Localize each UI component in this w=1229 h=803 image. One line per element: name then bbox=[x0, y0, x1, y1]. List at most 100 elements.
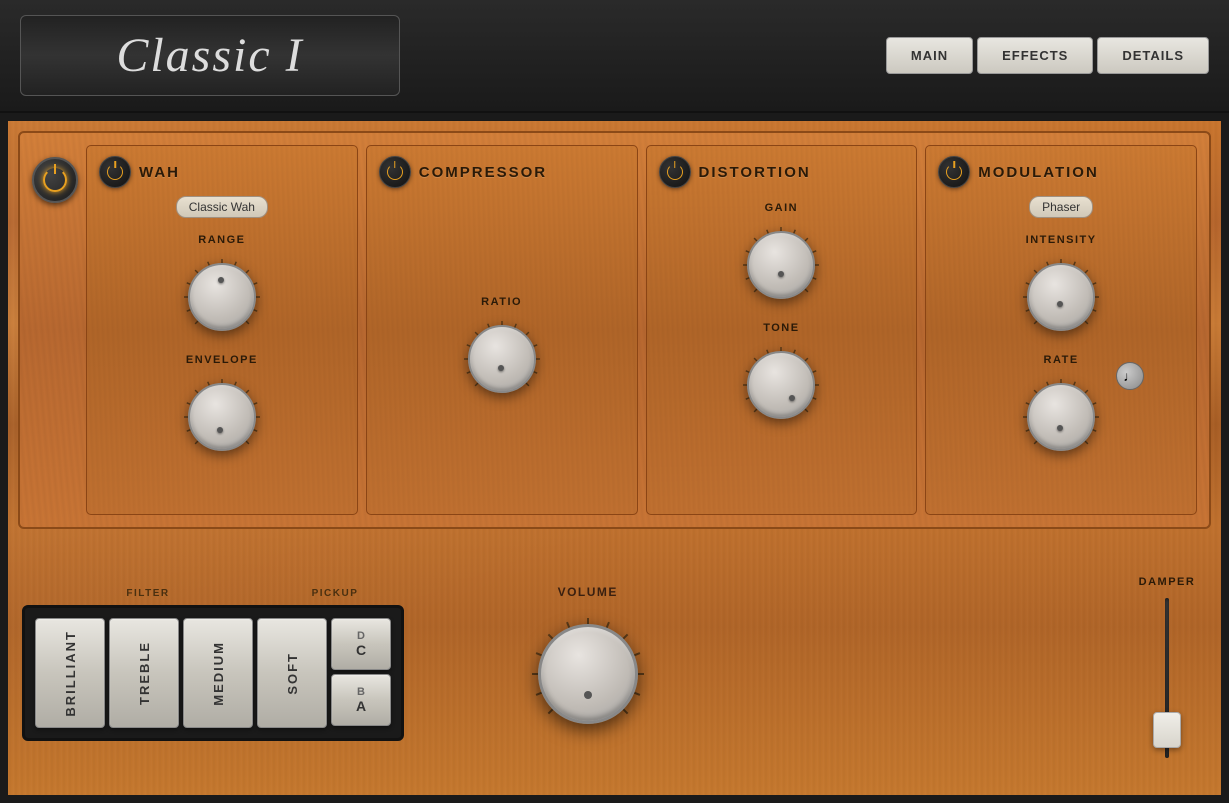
distortion-gain-group: GAIN bbox=[736, 202, 826, 310]
volume-label: VOLUME bbox=[558, 585, 618, 599]
distortion-header: DISTORTION bbox=[659, 156, 905, 188]
damper-section: DAMPER bbox=[1127, 566, 1207, 758]
wah-range-dot bbox=[218, 277, 224, 283]
section-labels: FILTER PICKUP bbox=[22, 583, 404, 601]
filter-button-brilliant-label: BRILLIANT bbox=[63, 630, 78, 717]
pickup-ba-bot: A bbox=[356, 698, 366, 714]
wah-range-knob[interactable] bbox=[188, 263, 256, 331]
volume-section: VOLUME bbox=[416, 585, 760, 739]
app-title: Classic I bbox=[116, 29, 303, 82]
modulation-rate-knob[interactable] bbox=[1027, 383, 1095, 451]
modulation-preset[interactable]: Phaser bbox=[1029, 196, 1093, 218]
modulation-rate-label: RATE bbox=[1044, 354, 1079, 366]
compressor-module: COMPRESSOR RATIO bbox=[366, 145, 638, 515]
wah-power-icon bbox=[107, 164, 123, 180]
tempo-sync-button[interactable]: ♩ bbox=[1116, 362, 1144, 390]
wah-range-knob-container bbox=[177, 252, 267, 342]
main-button[interactable]: MAIN bbox=[886, 37, 973, 74]
distortion-gain-knob[interactable] bbox=[747, 231, 815, 299]
power-icon bbox=[43, 168, 67, 192]
modulation-title: MODULATION bbox=[978, 164, 1099, 181]
distortion-knobs: GAIN bbox=[659, 196, 905, 436]
compressor-title: COMPRESSOR bbox=[419, 164, 547, 181]
damper-handle[interactable] bbox=[1153, 712, 1181, 748]
distortion-gain-dot bbox=[778, 271, 784, 277]
wah-preset[interactable]: Classic Wah bbox=[176, 196, 268, 218]
wah-range-group: RANGE bbox=[177, 234, 267, 342]
filter-button-soft[interactable]: SOFT bbox=[257, 618, 327, 728]
nav-buttons: MAIN EFFECTS DETAILS bbox=[886, 37, 1209, 74]
distortion-tone-dot bbox=[789, 395, 795, 401]
modulation-knobs: INTENSITY bbox=[938, 228, 1184, 468]
filter-label-text: FILTER bbox=[126, 588, 169, 599]
compressor-ratio-label: RATIO bbox=[481, 296, 522, 308]
distortion-tone-group: TONE bbox=[736, 322, 826, 430]
modulation-rate-knob-container bbox=[1016, 372, 1106, 462]
damper-track bbox=[1165, 598, 1169, 758]
title-box: Classic I bbox=[20, 15, 400, 96]
compressor-ratio-knob-container bbox=[457, 314, 547, 404]
pickup-dc-bot: C bbox=[356, 642, 366, 658]
pickup-section-label: PICKUP bbox=[270, 583, 400, 601]
distortion-tone-knob[interactable] bbox=[747, 351, 815, 419]
pickup-button-ba[interactable]: B A bbox=[331, 674, 391, 726]
buttons-panel: BRILLIANT TREBLE MEDIUM SOFT D bbox=[22, 605, 404, 741]
distortion-tone-knob-container bbox=[736, 340, 826, 430]
modulation-intensity-knob-container bbox=[1016, 252, 1106, 342]
pickup-button-dc[interactable]: D C bbox=[331, 618, 391, 670]
pickup-buttons: D C B A bbox=[331, 618, 391, 728]
modulation-header: MODULATION bbox=[938, 156, 1184, 188]
volume-dot bbox=[584, 691, 592, 699]
filter-button-medium[interactable]: MEDIUM bbox=[183, 618, 253, 728]
modulation-module: MODULATION Phaser INTENSITY bbox=[925, 145, 1197, 515]
wah-envelope-knob[interactable] bbox=[188, 383, 256, 451]
modulation-power-icon bbox=[946, 164, 962, 180]
effects-section: WAH Classic Wah RANGE bbox=[18, 131, 1211, 529]
wah-header: WAH bbox=[99, 156, 345, 188]
main-power-button[interactable] bbox=[32, 157, 78, 203]
wood-panel: WAH Classic Wah RANGE bbox=[0, 113, 1229, 803]
modulation-intensity-knob[interactable] bbox=[1027, 263, 1095, 331]
wah-power-button[interactable] bbox=[99, 156, 131, 188]
filter-button-soft-label: SOFT bbox=[285, 652, 300, 695]
filter-pickup-panel: FILTER PICKUP BRILLIANT TREBLE MEDIUM bbox=[22, 583, 404, 741]
pickup-ba-top: B bbox=[357, 686, 365, 698]
modulation-intensity-dot bbox=[1057, 301, 1063, 307]
modulation-intensity-label: INTENSITY bbox=[1026, 234, 1097, 246]
wah-title: WAH bbox=[139, 164, 180, 181]
modulation-rate-group: RATE bbox=[1016, 354, 1106, 462]
wah-knobs: RANGE bbox=[99, 228, 345, 468]
compressor-power-icon bbox=[387, 164, 403, 180]
wah-module: WAH Classic Wah RANGE bbox=[86, 145, 358, 515]
filter-section-label: FILTER bbox=[26, 583, 270, 601]
filter-button-treble-label: TREBLE bbox=[137, 641, 152, 705]
effects-button[interactable]: EFFECTS bbox=[977, 37, 1093, 74]
damper-label: DAMPER bbox=[1139, 576, 1196, 588]
compressor-power-button[interactable] bbox=[379, 156, 411, 188]
modulation-rate-dot bbox=[1057, 425, 1063, 431]
wah-envelope-label: ENVELOPE bbox=[186, 354, 258, 366]
wah-range-label: RANGE bbox=[198, 234, 245, 246]
compressor-knobs: RATIO bbox=[379, 196, 625, 504]
volume-knob[interactable] bbox=[538, 624, 638, 724]
details-button[interactable]: DETAILS bbox=[1097, 37, 1209, 74]
buttons-row: BRILLIANT TREBLE MEDIUM SOFT D bbox=[35, 618, 391, 728]
wah-envelope-dot bbox=[217, 427, 223, 433]
distortion-module: DISTORTION GAIN bbox=[646, 145, 918, 515]
distortion-power-button[interactable] bbox=[659, 156, 691, 188]
distortion-power-icon bbox=[667, 164, 683, 180]
compressor-ratio-group: RATIO bbox=[457, 296, 547, 404]
modulation-intensity-group: INTENSITY bbox=[1016, 234, 1106, 342]
wah-envelope-knob-container bbox=[177, 372, 267, 462]
volume-knob-container bbox=[523, 609, 653, 739]
filter-button-brilliant[interactable]: BRILLIANT bbox=[35, 618, 105, 728]
filter-button-medium-label: MEDIUM bbox=[211, 641, 226, 706]
compressor-ratio-knob[interactable] bbox=[468, 325, 536, 393]
wah-envelope-group: ENVELOPE bbox=[177, 354, 267, 462]
main-power-area bbox=[32, 145, 78, 515]
pickup-dc-top: D bbox=[357, 630, 365, 642]
pickup-label-text: PICKUP bbox=[312, 588, 359, 599]
compressor-header: COMPRESSOR bbox=[379, 156, 625, 188]
modulation-power-button[interactable] bbox=[938, 156, 970, 188]
filter-button-treble[interactable]: TREBLE bbox=[109, 618, 179, 728]
